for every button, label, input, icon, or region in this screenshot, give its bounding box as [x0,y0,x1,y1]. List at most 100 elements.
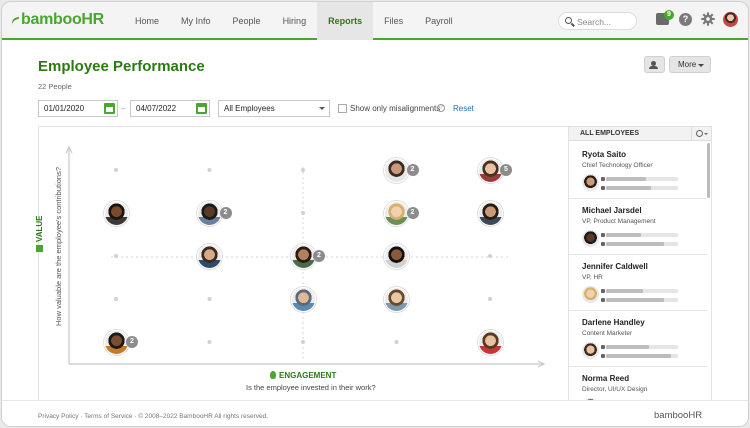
employee-list-item[interactable]: Norma Reed Director, UI/UX Design [569,367,707,400]
employee-job-title: VP, Product Management [582,218,656,225]
employee-avatar-point[interactable] [384,200,409,226]
employee-avatar-point[interactable] [290,286,316,312]
search-icon [565,17,572,24]
value-bar-fill [606,242,664,246]
more-menu-button[interactable]: More [669,56,711,73]
grid-dot [207,340,212,344]
add-person-button[interactable] [644,56,665,73]
reset-link[interactable]: Reset [453,104,474,113]
nav-home[interactable]: Home [124,2,170,40]
grid-dot [301,211,305,215]
value-bar-fill [606,298,664,302]
engagement-bar-fill [606,345,649,349]
info-icon[interactable]: ? [437,104,445,112]
footer: Privacy Policy · Terms of Service · © 20… [2,400,748,426]
employee-avatar-point[interactable] [197,243,222,269]
employee-avatar-point[interactable] [103,329,129,355]
footer-legal-links[interactable]: Privacy Policy · Terms of Service · © 20… [38,413,268,420]
grid-dot [207,297,212,301]
misalignment-checkbox[interactable] [338,104,347,113]
point-count-badge[interactable]: 2 [313,250,325,262]
panel-scrollbar[interactable] [707,143,710,198]
point-count-badge[interactable]: 2 [406,207,419,219]
settings-gear-icon[interactable] [701,12,715,26]
start-date-field[interactable]: 01/01/2020 [38,100,118,117]
value-bar-fill [606,186,651,190]
date-range-separator: – [121,104,126,113]
value-icon [36,245,43,252]
help-icon[interactable]: ? [679,13,692,26]
grid-dot [301,168,305,172]
employee-photo [582,230,599,247]
nav-my-info[interactable]: My Info [170,2,222,40]
employee-avatar-point[interactable] [103,200,129,226]
engagement-indicator-icon [601,289,605,293]
grid-dot [488,254,492,258]
y-axis-subtitle: How valuable are the employee's contribu… [54,166,63,326]
grid-dot [114,297,118,301]
employee-avatar-point[interactable] [197,200,222,226]
bamboohr-logo[interactable]: bambooHR [10,11,104,29]
nav-people[interactable]: People [222,2,272,40]
engagement-indicator-icon [601,177,605,181]
user-avatar[interactable] [723,12,738,27]
employee-name[interactable]: Darlene Handley [582,318,645,327]
employee-avatar-point[interactable] [384,286,409,312]
people-count: 22 People [38,82,72,91]
engagement-bar-fill [606,233,641,237]
employee-group-select[interactable]: All Employees [218,100,330,117]
end-date-field[interactable]: 04/07/2022 [130,100,210,117]
employee-list-item[interactable]: Ryota Saito Chief Technology Officer [569,143,707,199]
nav-reports[interactable]: Reports [317,2,374,40]
engagement-bar-fill [606,289,643,293]
page-title: Employee Performance [38,58,205,75]
engagement-flame-icon [270,371,276,379]
y-axis-label: VALUE [35,215,44,252]
nav-payroll[interactable]: Payroll [414,2,464,40]
employee-list-item[interactable]: Jennifer Caldwell VP, HR [569,255,707,311]
x-axis-subtitle: Is the employee invested in their work? [246,383,376,392]
grid-dot [207,168,212,172]
misalignment-label[interactable]: Show only misalignments [350,104,440,113]
start-date-value: 01/01/2020 [44,104,85,113]
point-count-badge[interactable]: 2 [406,164,419,176]
employee-list-item[interactable]: Michael Jarsdel VP, Product Management [569,199,707,255]
employee-avatar-point[interactable] [477,329,503,355]
employee-avatar-point[interactable] [477,200,503,226]
main-nav: Home My Info People Hiring Reports Files… [124,2,464,40]
employee-photo [582,286,599,303]
point-count-badge[interactable]: 2 [126,336,138,348]
value-indicator-icon [601,298,605,302]
top-nav-bar: bambooHR Home My Info People Hiring Repo… [2,2,748,40]
employee-avatar-point[interactable] [290,243,316,269]
footer-logo: bambooHR [654,410,703,421]
calendar-icon[interactable] [104,103,115,114]
person-add-icon [649,61,658,69]
inbox-count-badge: 9 [664,10,674,20]
employee-name[interactable]: Ryota Saito [582,150,626,159]
employee-avatar-point[interactable] [384,243,409,269]
panel-search-icon[interactable] [691,127,711,141]
employee-avatar-point[interactable] [384,157,409,183]
global-search-input[interactable]: Search... [558,12,637,30]
grid-dot [394,340,399,344]
engagement-indicator-icon [601,345,605,349]
employee-list-panel: ALL EMPLOYEES Ryota Saito Chief Technolog… [568,126,712,401]
value-indicator-icon [601,242,605,246]
grid-dot [114,254,118,258]
employee-avatar-point[interactable] [477,157,503,183]
point-count-badge[interactable]: 2 [219,207,232,219]
engagement-bar-fill [606,177,646,181]
employee-name[interactable]: Norma Reed [582,374,629,383]
end-date-value: 04/07/2022 [136,104,177,113]
employee-photo [582,342,599,359]
calendar-icon[interactable] [196,103,207,114]
point-count-badge[interactable]: 5 [500,164,512,176]
employee-name[interactable]: Jennifer Caldwell [582,262,648,271]
nav-files[interactable]: Files [373,2,414,40]
employee-name[interactable]: Michael Jarsdel [582,206,642,215]
panel-header: ALL EMPLOYEES [569,127,711,141]
nav-hiring[interactable]: Hiring [272,2,318,40]
employee-list-item[interactable]: Darlene Handley Content Marketer [569,311,707,367]
panel-title: ALL EMPLOYEES [580,130,639,137]
